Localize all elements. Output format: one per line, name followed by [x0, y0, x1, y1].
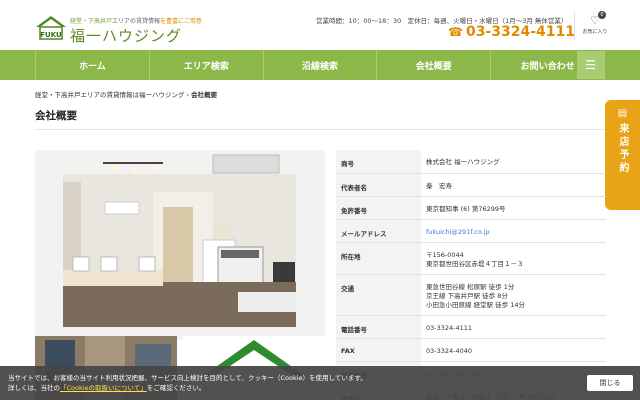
cookie-policy-link[interactable]: 「Cookieの取扱いについて」	[60, 384, 147, 392]
info-row: 所在地 〒156-0044 東京都世田谷区赤堤４丁目１－３	[336, 242, 606, 275]
info-row: 商号 株式会社 福一ハウジング	[336, 150, 606, 174]
logo-tagline: 経堂・下高井戸エリアの賃貸情報を豊富にご用意	[70, 16, 202, 25]
phone-number[interactable]: ☎ 03-3324-4111	[448, 24, 575, 40]
info-value: 株式会社 福一ハウジング	[421, 150, 606, 174]
nav-line-search[interactable]: 沿線検索	[262, 50, 377, 80]
info-row: FAX 03-3324-4040	[336, 338, 606, 362]
info-value: 東急世田谷線 松原駅 徒歩 1分 京王線 下高井戸駅 徒歩 8分 小田急小田原線…	[421, 274, 606, 316]
info-key: 免許番号	[336, 196, 421, 220]
hamburger-menu-icon[interactable]: ☰	[577, 51, 604, 79]
header-divider	[574, 12, 575, 40]
info-value: 東京都知事 (6) 第76299号	[421, 196, 606, 220]
favorites-label: お気に入り	[582, 29, 608, 35]
favorites-count: 0	[597, 11, 606, 19]
phone-text: 03-3324-4111	[465, 24, 575, 40]
breadcrumb-current: 会社概要	[191, 91, 218, 99]
cookie-line-1: 当サイトでは、お客様の当サイト利用状況把握、サービス向上検討を目的として、クッキ…	[8, 374, 367, 382]
info-value: 03-3324-4111	[421, 315, 606, 339]
title-divider	[35, 129, 605, 130]
info-value: 〒156-0044 東京都世田谷区赤堤４丁目１－３	[421, 242, 606, 275]
site-header: FUKU 経堂・下高井戸エリアの賃貸情報を豊富にご用意 福一ハウジング 営業時間…	[0, 0, 640, 50]
cookie-message: 当サイトでは、お客様の当サイト利用状況把握、サービス向上検討を目的として、クッキ…	[8, 373, 367, 393]
info-key: 電話番号	[336, 315, 421, 339]
tagline-mid: エリアの賃貸情報	[112, 18, 161, 25]
cookie-line-2-pre: 詳しくは、当社の	[8, 384, 60, 392]
info-row: 免許番号 東京都知事 (6) 第76299号	[336, 196, 606, 220]
company-info-table: 商号 株式会社 福一ハウジング 代表者名秦 宏寿 免許番号 東京都知事 (6) 第762…	[336, 150, 606, 400]
nav-company[interactable]: 会社概要	[376, 50, 490, 80]
page-title: 会社概要	[35, 110, 77, 122]
office-photo-panel	[35, 150, 325, 340]
house-logo-icon[interactable]: FUKU	[35, 15, 67, 41]
svg-text:FUKU: FUKU	[40, 31, 62, 39]
nav-area-search[interactable]: エリア検索	[148, 50, 263, 80]
info-row: 代表者名秦 宏寿	[336, 173, 606, 197]
info-value: 03-3324-4040	[421, 338, 606, 362]
cookie-consent-bar: 当サイトでは、お客様の当サイト利用状況把握、サービス向上検討を目的として、クッキ…	[0, 366, 640, 400]
tagline-highlight: を豊富にご用意	[160, 18, 202, 25]
info-value: 秦 宏寿	[421, 173, 606, 197]
info-key: 所在地	[336, 242, 421, 275]
nav-home[interactable]: ホーム	[35, 50, 149, 80]
breadcrumb-home-link[interactable]: 経堂・下高井戸エリアの賃貸情報は福一ハウジング	[35, 91, 185, 99]
breadcrumb-separator: ›	[186, 91, 190, 99]
tagline-area: 経堂・下高井戸	[70, 18, 113, 25]
info-row: 電話番号 03-3324-4111	[336, 315, 606, 339]
brand-name[interactable]: 福一ハウジング	[70, 25, 182, 46]
info-key: 交通	[336, 274, 421, 316]
info-value: fukuichi@291f.co.jp	[421, 219, 606, 243]
favorites-button[interactable]: ♡ 0 お気に入り	[580, 11, 610, 35]
visit-reservation-tab[interactable]: ▤ 来店予約	[605, 100, 640, 210]
main-nav: ホーム エリア検索 沿線検索 会社概要 お問い合わせ	[0, 50, 640, 80]
office-interior-photo	[63, 152, 296, 327]
heart-icon: ♡ 0	[590, 11, 606, 27]
info-key: メールアドレス	[336, 219, 421, 243]
visit-reservation-label: 来店予約	[617, 123, 628, 175]
info-key: 商号	[336, 150, 421, 174]
phone-icon: ☎	[448, 25, 463, 39]
email-link[interactable]: fukuichi@291f.co.jp	[426, 228, 490, 236]
info-key: 代表者名	[336, 173, 421, 197]
cookie-line-2: 詳しくは、当社の「Cookieの取扱いについて」をご確認ください。	[8, 383, 367, 393]
info-key: FAX	[336, 338, 421, 362]
info-row: 交通 東急世田谷線 松原駅 徒歩 1分 京王線 下高井戸駅 徒歩 8分 小田急小田…	[336, 274, 606, 316]
shop-icon: ▤	[617, 108, 628, 119]
info-row: メールアドレス fukuichi@291f.co.jp	[336, 219, 606, 243]
cookie-line-2-post: をご確認ください。	[146, 384, 206, 392]
breadcrumb: 経堂・下高井戸エリアの賃貸情報は福一ハウジング › 会社概要	[35, 89, 217, 99]
cookie-close-button[interactable]: 閉じる	[587, 375, 633, 391]
